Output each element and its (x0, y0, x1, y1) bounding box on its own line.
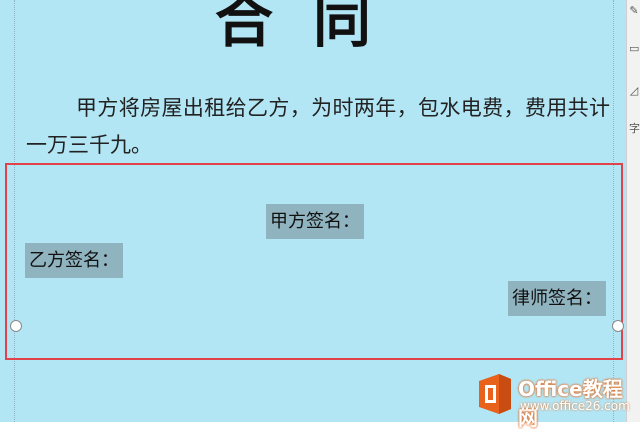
watermark-url: www.office26.com (520, 399, 630, 413)
document-title: 合同 (214, 0, 411, 55)
party-a-signature[interactable]: 甲方签名： (266, 204, 364, 239)
text-icon[interactable]: 字 (629, 120, 640, 138)
document-page: 合同 甲方将房屋出租给乙方，为时两年，包水电费，费用共计一万三千九。 甲方签名：… (0, 0, 626, 422)
resize-handle-left[interactable] (10, 320, 22, 332)
contract-paragraph[interactable]: 甲方将房屋出租给乙方，为时两年，包水电费，费用共计一万三千九。 (26, 90, 610, 164)
party-b-signature[interactable]: 乙方签名： (25, 243, 123, 278)
resize-handle-right[interactable] (612, 320, 624, 332)
frame-icon[interactable]: ▭ (629, 40, 639, 58)
office-logo-icon (479, 374, 511, 414)
pen-icon[interactable]: ✎ (629, 2, 639, 20)
right-toolbar: ✎ ▭ ◿ 字 (626, 0, 640, 422)
office26-watermark: Office教程网 www.office26.com (475, 368, 640, 430)
lawyer-signature[interactable]: 律师签名： (508, 281, 606, 316)
triangle-icon[interactable]: ◿ (629, 82, 639, 100)
